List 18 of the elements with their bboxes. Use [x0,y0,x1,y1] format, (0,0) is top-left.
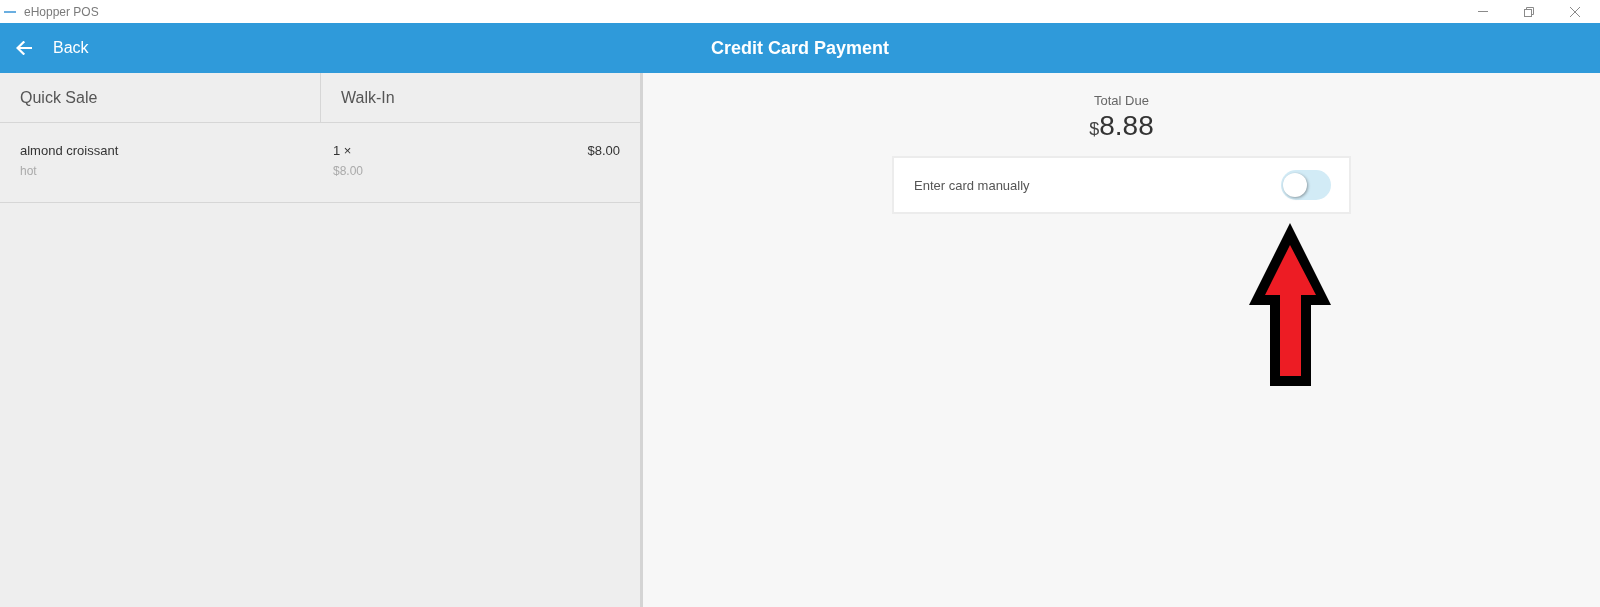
order-item-row[interactable]: almond croissant hot 1 × $8.00 $8.00 [0,123,640,203]
item-quantity: 1 × [333,143,352,158]
item-note: hot [20,164,37,178]
close-icon[interactable] [1570,6,1580,17]
arrow-left-icon [16,41,32,55]
toggle-switch[interactable] [1281,170,1331,200]
order-header-cell[interactable]: Quick Sale [0,73,320,122]
order-header-cell[interactable]: Walk-In [320,73,640,122]
window-title: eHopper POS [24,4,99,19]
item-total: $8.00 [587,143,620,158]
total-amount: 8.88 [1099,110,1154,142]
currency-symbol: $ [1089,119,1100,140]
item-name: almond croissant [20,143,119,158]
restore-icon[interactable] [1524,6,1534,17]
page-title: Credit Card Payment [710,37,890,59]
manual-entry-label: Enter card manually [914,177,1030,193]
total-due-label: Total Due [1094,93,1149,109]
item-unit-price: $8.00 [333,164,364,178]
